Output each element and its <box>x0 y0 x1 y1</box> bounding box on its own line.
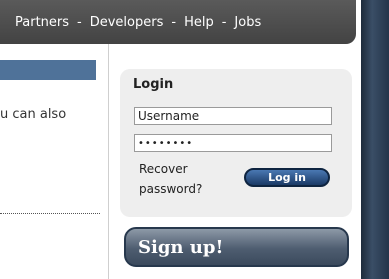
left-header-bar <box>0 60 96 80</box>
top-nav-bar: Partners - Developers - Help - Jobs <box>0 0 356 44</box>
column-divider <box>108 44 109 279</box>
dotted-divider <box>0 213 100 214</box>
nav-separator: - <box>171 14 177 30</box>
nav-separator: - <box>221 14 227 30</box>
signup-button[interactable]: Sign up! <box>124 227 349 267</box>
left-body-text: u can also <box>0 107 67 122</box>
login-title: Login <box>133 77 174 92</box>
recover-password-link[interactable]: Recover password? <box>139 159 202 199</box>
username-field[interactable] <box>134 107 332 125</box>
nav-link-help[interactable]: Help <box>184 15 214 30</box>
right-dark-sidebar <box>361 0 389 279</box>
nav-link-partners[interactable]: Partners <box>15 15 69 30</box>
nav-link-jobs[interactable]: Jobs <box>234 15 261 30</box>
nav-separator: - <box>77 14 82 30</box>
recover-line-1: Recover <box>139 162 188 176</box>
login-button[interactable]: Log in <box>244 168 330 187</box>
nav-link-developers[interactable]: Developers <box>90 15 164 30</box>
recover-line-2: password? <box>139 182 203 196</box>
password-field[interactable] <box>134 134 332 152</box>
